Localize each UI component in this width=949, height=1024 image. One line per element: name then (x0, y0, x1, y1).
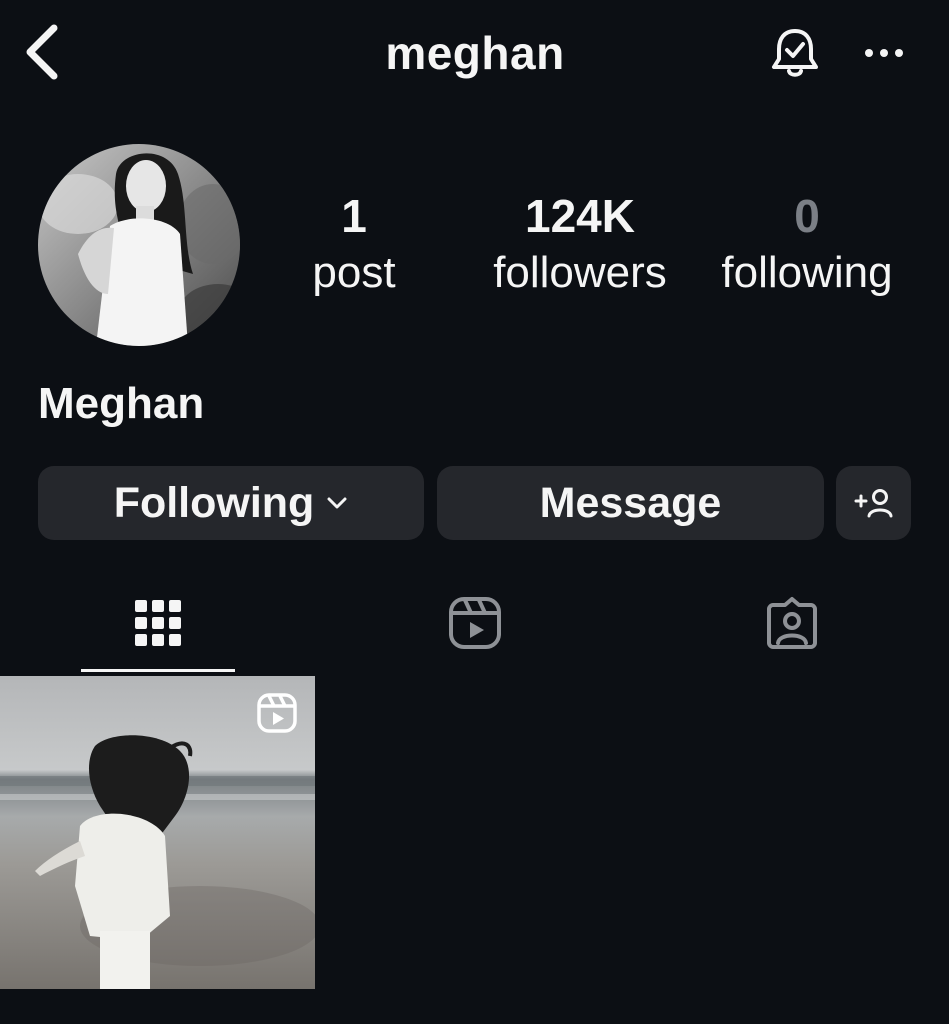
message-button-label: Message (539, 478, 722, 527)
more-horizontal-icon (865, 49, 903, 57)
followers-label: followers (493, 248, 667, 297)
following-count: 0 (794, 190, 820, 242)
grid-icon (135, 600, 181, 646)
tab-grid[interactable] (81, 588, 235, 658)
following-button-label: Following (113, 478, 315, 527)
active-tab-indicator (81, 669, 235, 672)
tab-tagged[interactable] (715, 588, 869, 658)
following-stat[interactable]: 0 following (700, 188, 914, 302)
notifications-button[interactable] (764, 22, 826, 84)
reels-icon (449, 597, 501, 649)
following-label: following (721, 248, 893, 297)
profile-username: meghan (385, 27, 565, 79)
avatar[interactable] (38, 144, 240, 346)
reel-badge (256, 692, 298, 734)
back-button[interactable] (18, 20, 66, 84)
posts-label: post (312, 248, 396, 297)
chevron-left-icon (26, 24, 58, 80)
add-user-icon (854, 489, 892, 518)
tagged-icon (767, 597, 817, 649)
tab-reels[interactable] (398, 588, 552, 658)
more-options-button[interactable] (856, 30, 912, 76)
posts-count: 1 (341, 190, 367, 242)
display-name: Meghan (38, 379, 205, 428)
followers-stat[interactable]: 124K followers (468, 188, 692, 302)
following-button[interactable]: Following (38, 466, 424, 540)
reel-icon (257, 693, 297, 733)
posts-stat[interactable]: 1 post (290, 188, 418, 302)
message-button[interactable]: Message (437, 466, 824, 540)
chevron-down-icon (326, 496, 348, 510)
followers-count: 124K (525, 190, 635, 242)
suggested-users-button[interactable] (836, 466, 911, 540)
bell-check-icon (772, 29, 818, 77)
